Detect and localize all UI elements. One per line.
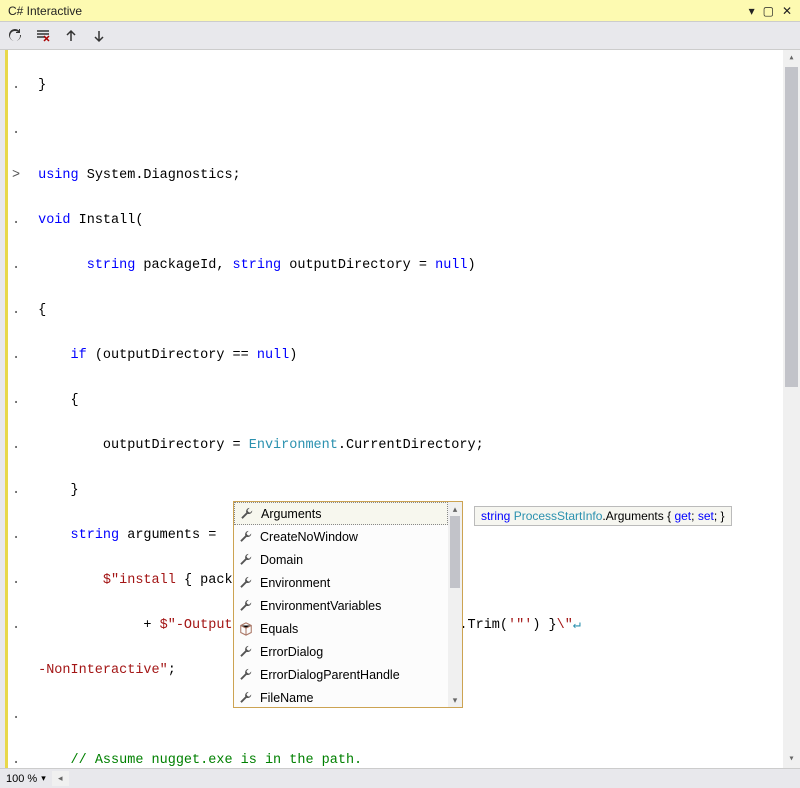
scroll-up-icon[interactable]: ▴ [448, 502, 462, 516]
zoom-level: 100 % [6, 773, 37, 785]
vertical-scrollbar[interactable]: ▴ ▾ [783, 50, 800, 768]
intellisense-list[interactable]: Arguments CreateNoWindow Domain Environm… [234, 502, 448, 707]
wrench-icon [238, 667, 254, 683]
history-up-icon[interactable] [62, 27, 80, 45]
scroll-left-icon[interactable]: ◂ [52, 771, 69, 786]
chevron-down-icon[interactable]: ▾ [41, 773, 46, 784]
zoom-selector[interactable]: 100 % ▾ [6, 773, 46, 785]
intellisense-item-label: Domain [260, 553, 303, 567]
wrench-icon [239, 506, 255, 522]
status-bar: 100 % ▾ ◂ [0, 768, 800, 788]
scroll-down-icon[interactable]: ▾ [448, 693, 462, 707]
intellisense-item-label: ErrorDialogParentHandle [260, 668, 400, 682]
toolbar [0, 22, 800, 50]
wrap-glyph-icon: ↵ [573, 615, 581, 638]
cube-icon [238, 621, 254, 637]
scrollbar-thumb[interactable] [785, 67, 798, 387]
intellisense-item[interactable]: FileName [234, 686, 448, 708]
scroll-down-icon[interactable]: ▾ [783, 751, 800, 768]
intellisense-item[interactable]: EnvironmentVariables [234, 594, 448, 617]
window-controls: ▾ ▢ ✕ [749, 5, 792, 17]
intellisense-scrollbar[interactable]: ▴ ▾ [448, 502, 462, 707]
intellisense-popup[interactable]: Arguments CreateNoWindow Domain Environm… [233, 501, 463, 708]
intellisense-item[interactable]: Equals [234, 617, 448, 640]
wrench-icon [238, 529, 254, 545]
wrench-icon [238, 552, 254, 568]
scrollbar-thumb[interactable] [450, 516, 460, 588]
dropdown-icon[interactable]: ▾ [749, 5, 755, 17]
wrench-icon [238, 690, 254, 706]
intellisense-item-label: EnvironmentVariables [260, 599, 381, 613]
intellisense-item-label: CreateNoWindow [260, 530, 358, 544]
history-down-icon[interactable] [90, 27, 108, 45]
intellisense-item[interactable]: Arguments [234, 502, 448, 525]
scroll-up-icon[interactable]: ▴ [783, 50, 800, 67]
window-title: C# Interactive [8, 4, 82, 18]
intellisense-item-label: Equals [260, 622, 298, 636]
wrench-icon [238, 575, 254, 591]
clear-icon[interactable] [34, 27, 52, 45]
intellisense-tooltip: string ProcessStartInfo.Arguments { get;… [474, 506, 732, 526]
title-bar: C# Interactive ▾ ▢ ✕ [0, 0, 800, 22]
close-icon[interactable]: ✕ [782, 5, 792, 17]
intellisense-item-label: Environment [260, 576, 330, 590]
intellisense-item[interactable]: ErrorDialogParentHandle [234, 663, 448, 686]
intellisense-item-label: Arguments [261, 507, 321, 521]
intellisense-item[interactable]: Environment [234, 571, 448, 594]
intellisense-item-label: ErrorDialog [260, 645, 323, 659]
intellisense-item[interactable]: CreateNoWindow [234, 525, 448, 548]
wrench-icon [238, 598, 254, 614]
intellisense-item[interactable]: ErrorDialog [234, 640, 448, 663]
reset-icon[interactable] [6, 27, 24, 45]
intellisense-item[interactable]: Domain [234, 548, 448, 571]
intellisense-item-label: FileName [260, 691, 314, 705]
maximize-icon[interactable]: ▢ [763, 5, 774, 17]
wrench-icon [238, 644, 254, 660]
